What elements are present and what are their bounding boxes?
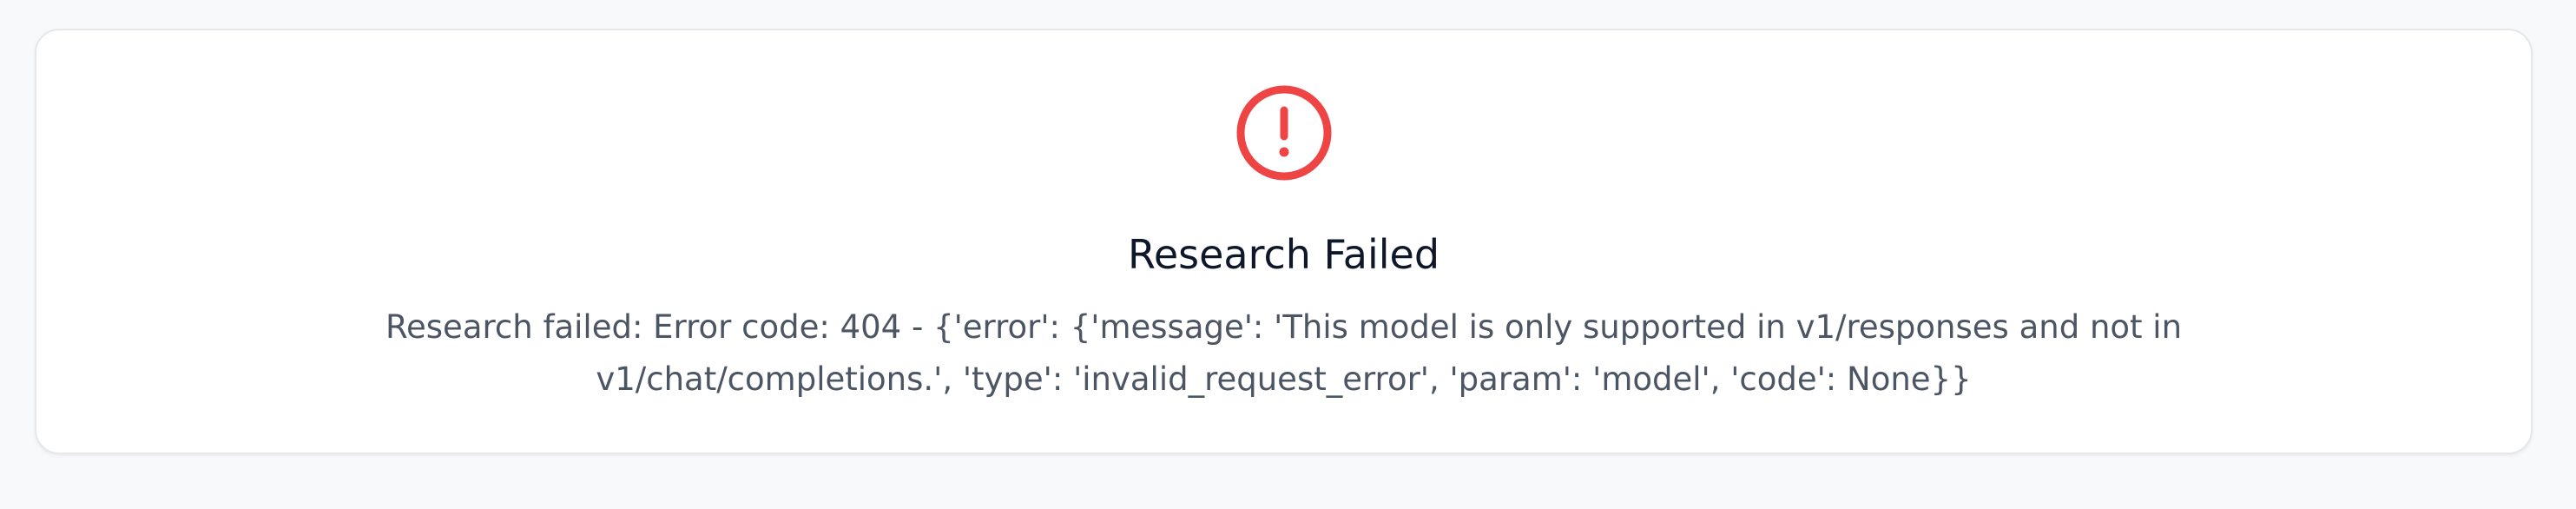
error-card: Research Failed Research failed: Error c… [35,29,2533,454]
error-title: Research Failed [1127,231,1440,278]
error-message: Research failed: Error code: 404 - {'err… [385,308,2183,398]
alert-circle-icon [1235,84,1333,182]
